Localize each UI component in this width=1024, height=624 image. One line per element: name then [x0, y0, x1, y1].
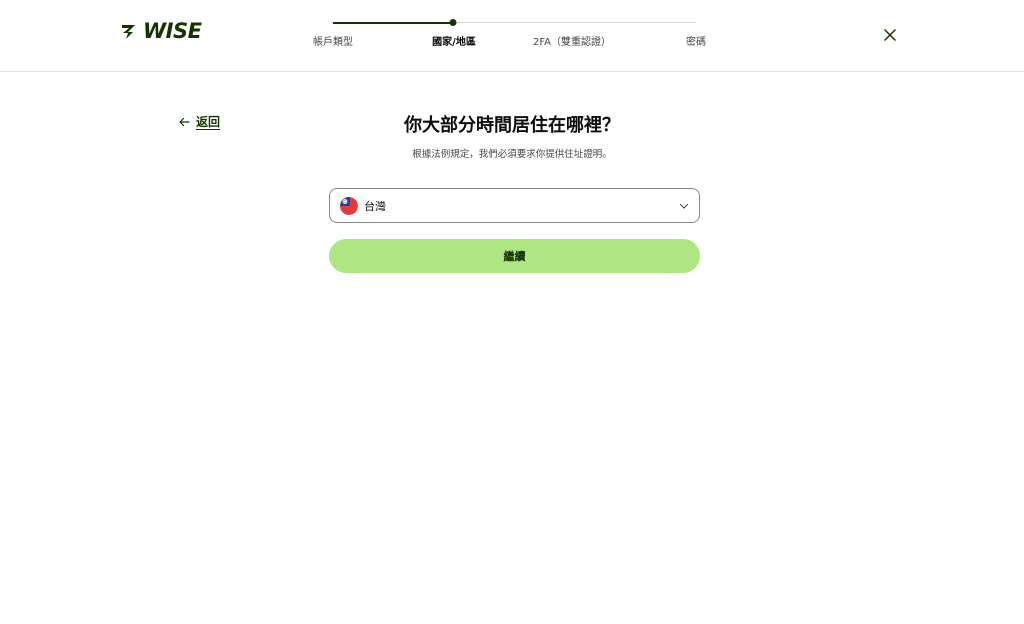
step-2fa: 2FA（雙重認證） — [532, 37, 612, 48]
page-title: 你大部分時間居住在哪裡？ — [404, 115, 620, 136]
taiwan-flag-icon — [340, 196, 358, 215]
progress-current-dot — [449, 19, 457, 26]
continue-button[interactable]: 繼續 — [329, 239, 700, 273]
chevron-down-icon — [679, 203, 689, 209]
step-country-region: 國家/地區 — [432, 37, 476, 48]
wise-logo[interactable]: WISE — [121, 19, 202, 43]
close-button[interactable] — [880, 25, 900, 45]
page-subtitle: 根據法例規定，我們必須要求你提供住址證明。 — [412, 149, 612, 160]
step-account-type: 帳戶類型 — [313, 37, 353, 48]
continue-button-label: 繼續 — [503, 251, 526, 263]
country-select-value: 台灣 — [364, 199, 386, 213]
country-select[interactable]: 台灣 — [329, 188, 700, 223]
progress-fill — [333, 21, 453, 24]
top-bar: WISE 帳戶類型 國家/地區 2FA（雙重認證） 密碼 — [0, 0, 1024, 72]
wise-logo-mark-icon — [122, 25, 135, 39]
step-password: 密碼 — [686, 37, 706, 48]
close-icon — [884, 29, 896, 41]
wise-logo-text: WISE — [143, 19, 202, 43]
signup-progress-bar — [333, 19, 696, 26]
